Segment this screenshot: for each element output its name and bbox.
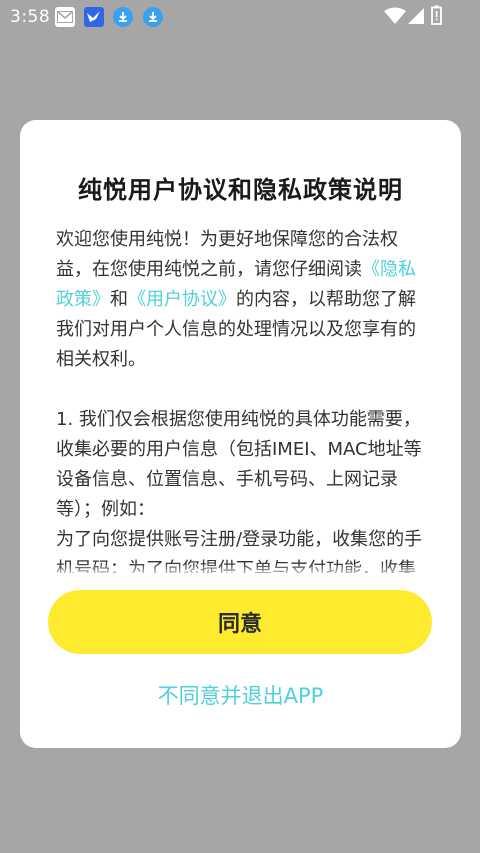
wifi-icon bbox=[384, 7, 406, 24]
status-bar: 3:58 bbox=[0, 0, 480, 34]
dialog-body[interactable]: 欢迎您使用纯悦！为更好地保障您的合法权益，在您使用纯悦之前，请您仔细阅读《隐私政… bbox=[56, 225, 428, 573]
section-1-paragraph: 1. 我们仅会根据您使用纯悦的具体功能需要，收集必要的用户信息（包括IMEI、M… bbox=[56, 409, 422, 520]
bird-app-icon bbox=[84, 7, 104, 27]
download-icon bbox=[113, 7, 133, 27]
disagree-exit-link[interactable]: 不同意并退出APP bbox=[20, 680, 461, 710]
battery-icon bbox=[431, 5, 442, 25]
intro-paragraph: 欢迎您使用纯悦！为更好地保障您的合法权益，在您使用纯悦之前，请您仔细阅读《隐私政… bbox=[56, 225, 428, 375]
download-icon bbox=[143, 7, 163, 27]
user-agreement-link[interactable]: 《用户协议》 bbox=[128, 289, 236, 310]
agree-button[interactable]: 同意 bbox=[48, 590, 432, 654]
mail-icon bbox=[55, 7, 75, 27]
signal-icon bbox=[408, 8, 424, 24]
scroll-fade bbox=[56, 563, 428, 579]
intro-text-1: 欢迎您使用纯悦！为更好地保障您的合法权益，在您使用纯悦之前，请您仔细阅读 bbox=[56, 229, 398, 280]
intro-text-2: 和 bbox=[110, 289, 128, 310]
status-time: 3:58 bbox=[10, 7, 51, 27]
privacy-dialog: 纯悦用户协议和隐私政策说明 欢迎您使用纯悦！为更好地保障您的合法权益，在您使用纯… bbox=[20, 120, 461, 748]
dialog-title: 纯悦用户协议和隐私政策说明 bbox=[78, 176, 403, 204]
